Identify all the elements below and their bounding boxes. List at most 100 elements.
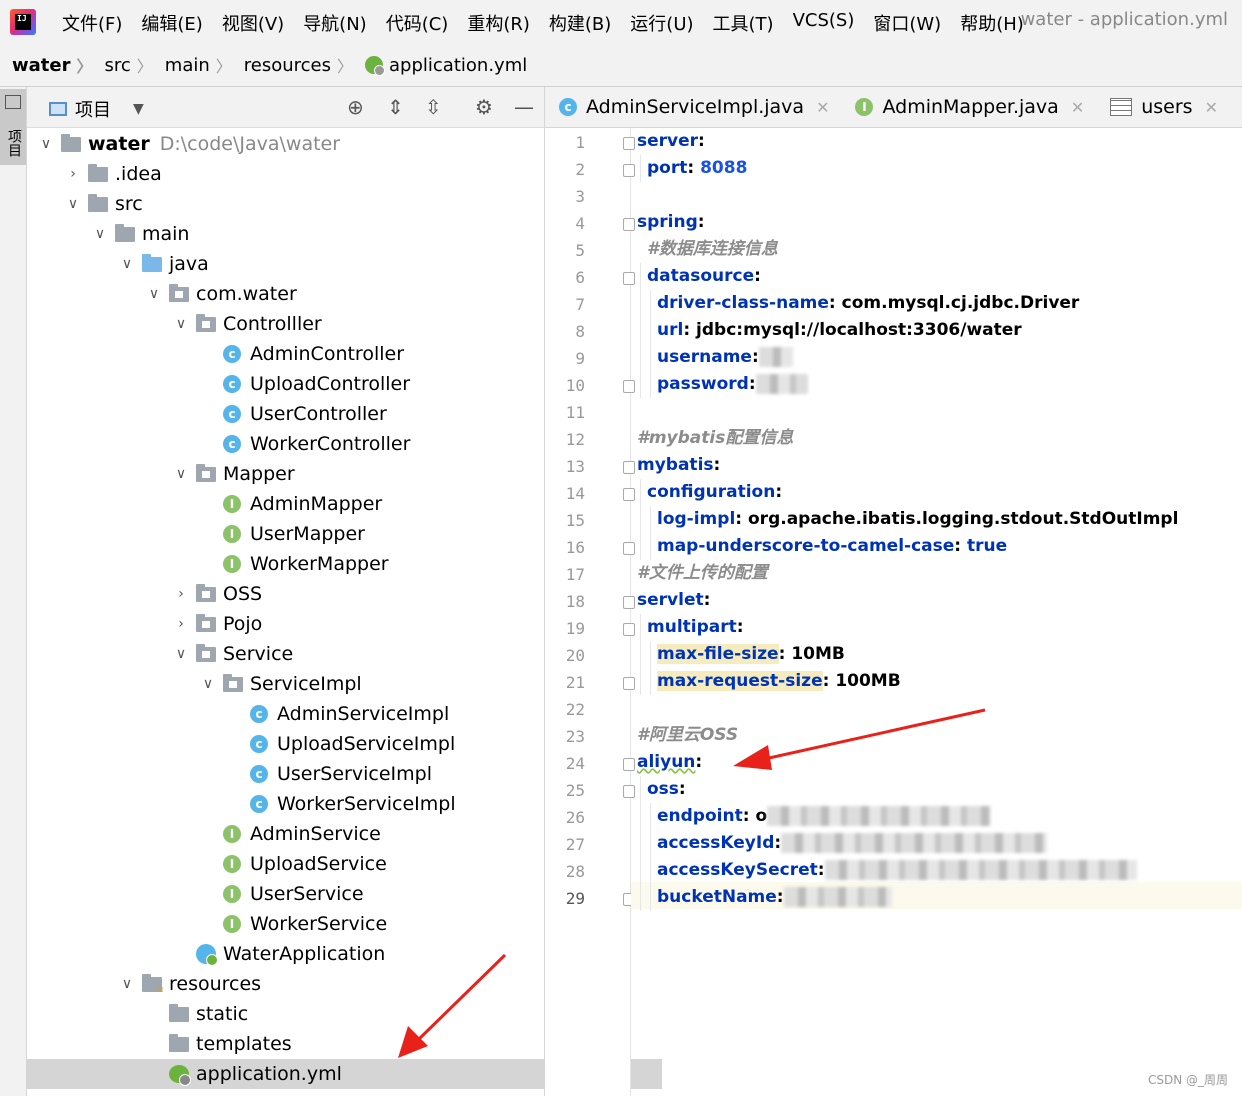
project-panel-header: 项目 ▼ ⊕ ⇕ ⇳ ⚙ — [27, 87, 544, 128]
interface-icon [223, 525, 241, 543]
chevron-down-icon[interactable]: ∨ [199, 676, 217, 692]
tree-item-main[interactable]: ∨ main [27, 219, 608, 249]
chevron-down-icon[interactable]: ∨ [37, 136, 55, 152]
tree-item-java[interactable]: ∨ java [27, 249, 635, 279]
menu-item-5[interactable]: 重构(R) [467, 10, 530, 36]
line-number: 12 [565, 430, 585, 449]
class-icon [559, 98, 577, 116]
line-number: 24 [565, 754, 585, 773]
folder-icon [5, 95, 21, 109]
tree-item-label: UserController [250, 403, 387, 425]
project-panel: 项目 ▼ ⊕ ⇕ ⇳ ⚙ — ∨ water D:\code\Java\water ›… [27, 87, 662, 1096]
menu-item-3[interactable]: 导航(N) [303, 10, 367, 36]
line-number: 28 [565, 862, 585, 881]
spring-config-icon [365, 56, 386, 76]
class-icon [250, 795, 268, 813]
tree-item-water[interactable]: ∨ water D:\code\Java\water [27, 129, 554, 159]
chevron-right-icon[interactable]: › [172, 616, 190, 632]
package-icon [196, 613, 216, 632]
tree-item-label: application.yml [196, 1063, 342, 1085]
chevron-down-icon[interactable]: ∨ [64, 196, 82, 212]
menu-item-2[interactable]: 视图(V) [222, 10, 284, 36]
project-panel-icon [49, 102, 67, 116]
breadcrumb-item-water[interactable]: water 〉 [12, 53, 92, 77]
chevron-right-icon[interactable]: › [172, 586, 190, 602]
code-line-16: map-underscore-to-camel-case: true [657, 536, 1008, 556]
code-line-8: url: jdbc:mysql://localhost:3306/water [657, 320, 1022, 340]
class-icon [250, 735, 268, 753]
chevron-down-icon[interactable]: ∨ [118, 256, 136, 272]
menu-item-4[interactable]: 代码(C) [386, 10, 449, 36]
menu-item-11[interactable]: 帮助(H) [960, 10, 1024, 36]
collapse-all-icon[interactable]: ⇳ [425, 95, 442, 119]
code-line-9: username: [657, 344, 793, 371]
menu-item-0[interactable]: 文件(F) [62, 10, 122, 36]
line-number: 2 [575, 160, 585, 179]
line-number: 23 [565, 727, 585, 746]
tree-item-label: main [142, 223, 190, 245]
code-line-5: #数据库连接信息 [647, 239, 778, 259]
project-folder-icon [61, 133, 81, 152]
tab-users[interactable]: users ✕ [1096, 87, 1230, 127]
code-line-6: datasource: [647, 266, 761, 286]
tab-adminserviceimpl[interactable]: AdminServiceImpl.java✕ [545, 87, 841, 127]
line-number: 6 [575, 268, 585, 287]
package-icon [169, 283, 189, 302]
line-number: 3 [575, 187, 585, 206]
intellij-logo-icon[interactable]: IJ [10, 9, 36, 35]
package-icon [196, 583, 216, 602]
tree-item-label: AdminService [250, 823, 381, 845]
locate-icon[interactable]: ⊕ [347, 95, 364, 119]
class-icon [223, 375, 241, 393]
tree-item-idea[interactable]: › .idea [27, 159, 581, 189]
tab-adminmapper[interactable]: AdminMapper.java✕ [841, 87, 1096, 127]
code-line-13: mybatis: [637, 455, 721, 475]
minimize-icon[interactable]: — [514, 95, 534, 119]
chevron-down-icon[interactable]: ∨ [145, 286, 163, 302]
tree-item-label: AdminMapper [250, 493, 383, 515]
line-number: 17 [565, 565, 585, 584]
gear-icon[interactable]: ⚙ [475, 95, 493, 119]
line-number: 7 [575, 295, 585, 314]
code-line-18: servlet: [637, 590, 711, 610]
menu-item-1[interactable]: 编辑(E) [141, 10, 202, 36]
package-icon [223, 673, 243, 692]
tree-item-src[interactable]: ∨ src [27, 189, 581, 219]
tab-upload[interactable]: Up [1230, 87, 1242, 127]
expand-all-icon[interactable]: ⇕ [387, 95, 404, 119]
close-icon[interactable]: ✕ [1205, 98, 1218, 117]
menu-item-9[interactable]: VCS(S) [793, 10, 855, 36]
tree-item-label: UploadService [250, 853, 387, 875]
chevron-down-icon[interactable]: ∨ [172, 466, 190, 482]
chevron-down-icon[interactable]: ∨ [91, 226, 109, 242]
folder-icon [169, 1033, 189, 1052]
chevron-down-icon: ▼ [133, 101, 144, 117]
editor-code-area[interactable]: server: port: 8088 spring: #数据库连接信息 data… [631, 128, 1242, 1096]
tree-item-label: Pojo [223, 613, 263, 635]
chevron-down-icon[interactable]: ∨ [118, 976, 136, 992]
line-number: 21 [565, 673, 585, 692]
class-icon [250, 705, 268, 723]
menu-item-10[interactable]: 窗口(W) [873, 10, 941, 36]
breadcrumb-item-application-yml[interactable]: application.yml [365, 55, 527, 76]
menu-bar: IJ 文件(F) 编辑(E) 视图(V) 导航(N) 代码(C) 重构(R) 构建(B) 运行… [0, 0, 1242, 44]
tree-item-resources[interactable]: ∨ resources [27, 969, 635, 999]
chevron-down-icon[interactable]: ∨ [172, 646, 190, 662]
close-icon[interactable]: ✕ [1071, 98, 1084, 117]
chevron-down-icon[interactable]: ∨ [172, 316, 190, 332]
close-icon[interactable]: ✕ [816, 98, 829, 117]
breadcrumb-item-main[interactable]: main 〉 [165, 53, 232, 77]
project-view-selector[interactable]: 项目 ▼ [49, 96, 144, 122]
tree-item-label: AdminController [250, 343, 405, 365]
project-tool-window-tab[interactable]: 项目 [0, 89, 26, 165]
spring-application-icon [196, 944, 218, 966]
menu-item-6[interactable]: 构建(B) [549, 10, 611, 36]
code-line-7: driver-class-name: com.mysql.cj.jdbc.Dri… [657, 293, 1080, 313]
breadcrumb: water 〉 src 〉 main 〉 resources 〉 application… [0, 44, 1242, 87]
redacted-value [755, 374, 808, 394]
breadcrumb-item-src[interactable]: src 〉 [104, 53, 152, 77]
chevron-right-icon[interactable]: › [64, 166, 82, 182]
menu-item-8[interactable]: 工具(T) [713, 10, 774, 36]
menu-item-7[interactable]: 运行(U) [630, 10, 693, 36]
breadcrumb-item-resources[interactable]: resources 〉 [244, 53, 353, 77]
